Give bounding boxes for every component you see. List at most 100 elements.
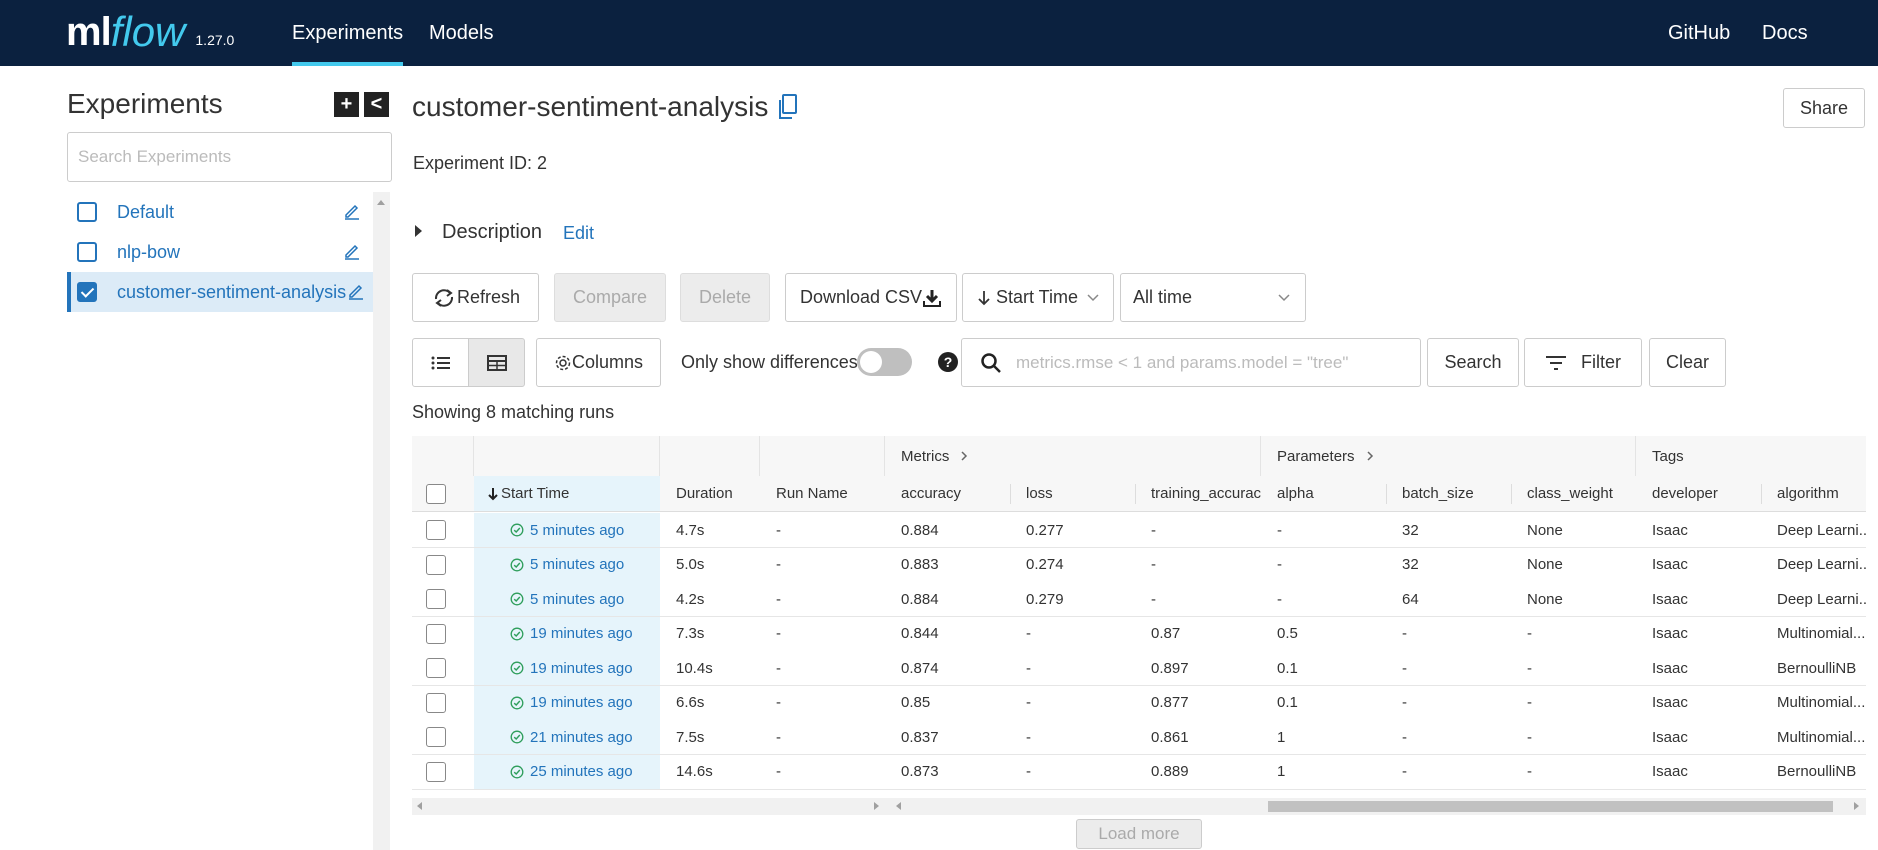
cell-start-time[interactable]: 25 minutes ago <box>474 754 660 789</box>
time-range-select[interactable]: All time <box>1120 273 1306 322</box>
scroll-left-icon[interactable] <box>417 802 422 810</box>
header-algorithm[interactable]: algorithm <box>1761 476 1866 511</box>
table-row[interactable]: 19 minutes ago 7.3s - 0.844 - 0.87 0.5 - - Isaac M… <box>412 616 1866 652</box>
load-more-button[interactable]: Load more <box>1076 819 1202 849</box>
experiment-checkbox-checked[interactable] <box>77 282 97 302</box>
table-view-button[interactable] <box>468 338 525 387</box>
row-checkbox[interactable] <box>426 658 446 678</box>
run-start-time-link[interactable]: 19 minutes ago <box>530 625 633 642</box>
column-separator[interactable] <box>1386 484 1387 504</box>
header-run-name[interactable]: Run Name <box>760 476 885 511</box>
row-checkbox[interactable] <box>426 589 446 609</box>
compare-button[interactable]: Compare <box>554 273 666 322</box>
run-start-time-link[interactable]: 5 minutes ago <box>530 591 624 608</box>
header-training-accuracy[interactable]: training_accurac <box>1135 476 1261 511</box>
cell-start-time[interactable]: 5 minutes ago <box>474 582 660 616</box>
row-checkbox[interactable] <box>426 554 446 575</box>
sidebar-item-default[interactable]: Default <box>67 192 373 232</box>
sort-select[interactable]: Start Time <box>962 273 1114 322</box>
row-checkbox[interactable] <box>426 761 446 782</box>
experiment-checkbox[interactable] <box>77 202 97 222</box>
sidebar-item-label[interactable]: Default <box>117 202 174 223</box>
download-csv-button[interactable]: Download CSV <box>785 273 957 322</box>
table-row[interactable]: 25 minutes ago 14.6s - 0.873 - 0.889 1 - - Isaac B… <box>412 754 1866 790</box>
refresh-button[interactable]: Refresh <box>412 273 539 322</box>
scroll-left-icon[interactable] <box>896 802 901 810</box>
table-row[interactable]: 5 minutes ago 4.2s - 0.884 0.279 - - 64 None Isaa… <box>412 582 1866 617</box>
description-edit-link[interactable]: Edit <box>563 223 594 244</box>
scroll-up-icon[interactable] <box>377 200 385 205</box>
cell-start-time[interactable]: 5 minutes ago <box>474 547 660 582</box>
table-horizontal-scrollbar[interactable] <box>412 798 1866 815</box>
run-start-time-link[interactable]: 19 minutes ago <box>530 660 633 677</box>
scrollbar-thumb[interactable] <box>1268 801 1833 812</box>
header-batch-size[interactable]: batch_size <box>1386 476 1511 511</box>
header-class-weight[interactable]: class_weight <box>1511 476 1636 511</box>
group-metrics[interactable]: Metrics <box>885 436 1261 476</box>
help-icon[interactable]: ? <box>938 352 958 372</box>
sidebar-item-customer-sentiment-analysis[interactable]: customer-sentiment-analysis <box>67 272 373 312</box>
column-separator[interactable] <box>1761 484 1762 504</box>
column-separator[interactable] <box>1010 484 1011 504</box>
header-start-time[interactable]: Start Time <box>474 476 660 511</box>
experiment-checkbox[interactable] <box>77 242 97 262</box>
row-checkbox[interactable] <box>426 692 446 713</box>
run-start-time-link[interactable]: 25 minutes ago <box>530 763 633 780</box>
only-differences-toggle[interactable] <box>857 348 912 376</box>
column-separator[interactable] <box>1135 484 1136 504</box>
group-parameters[interactable]: Parameters <box>1261 436 1636 476</box>
search-button[interactable]: Search <box>1427 338 1519 387</box>
select-all-checkbox[interactable] <box>426 483 446 504</box>
run-search-input[interactable] <box>1014 349 1404 377</box>
cell-start-time[interactable]: 19 minutes ago <box>474 685 660 720</box>
mlflow-logo[interactable]: ml flow 1.27.0 <box>66 6 234 56</box>
table-row[interactable]: 5 minutes ago 5.0s - 0.883 0.274 - - 32 None Isaa… <box>412 547 1866 583</box>
run-search-box[interactable] <box>961 338 1421 387</box>
cell-start-time[interactable]: 21 minutes ago <box>474 720 660 754</box>
description-toggle[interactable]: Description <box>442 221 542 244</box>
table-row[interactable]: 19 minutes ago 6.6s - 0.85 - 0.877 0.1 - - Isaac M… <box>412 685 1866 721</box>
columns-button[interactable]: Columns <box>536 338 661 387</box>
sidebar-scrollbar[interactable] <box>373 192 390 850</box>
nav-github[interactable]: GitHub <box>1668 0 1730 66</box>
edit-icon[interactable] <box>343 202 361 220</box>
row-checkbox[interactable] <box>426 623 446 644</box>
run-start-time-link[interactable]: 5 minutes ago <box>530 556 624 573</box>
header-alpha[interactable]: alpha <box>1261 476 1386 511</box>
header-loss[interactable]: loss <box>1010 476 1135 511</box>
list-view-button[interactable] <box>412 338 469 387</box>
header-developer[interactable]: developer <box>1636 476 1761 511</box>
delete-button[interactable]: Delete <box>680 273 770 322</box>
copy-icon[interactable] <box>778 94 798 120</box>
sidebar-item-label[interactable]: nlp-bow <box>117 242 180 263</box>
scroll-right-icon[interactable] <box>1854 802 1859 810</box>
group-tags[interactable]: Tags <box>1636 436 1866 476</box>
table-row[interactable]: 5 minutes ago 4.7s - 0.884 0.277 - - 32 None Isaa… <box>412 513 1866 548</box>
table-row[interactable]: 19 minutes ago 10.4s - 0.874 - 0.897 0.1 - - Isaa… <box>412 651 1866 686</box>
row-checkbox[interactable] <box>426 727 446 747</box>
edit-icon[interactable] <box>343 242 361 260</box>
run-start-time-link[interactable]: 5 minutes ago <box>530 522 624 539</box>
scroll-right-icon[interactable] <box>874 802 879 810</box>
header-duration[interactable]: Duration <box>660 476 760 511</box>
sidebar-item-nlp-bow[interactable]: nlp-bow <box>67 232 373 272</box>
table-row[interactable]: 21 minutes ago 7.5s - 0.837 - 0.861 1 - - Isaac Mu… <box>412 720 1866 755</box>
nav-models[interactable]: Models <box>429 0 493 66</box>
run-start-time-link[interactable]: 19 minutes ago <box>530 694 633 711</box>
caret-right-icon[interactable] <box>415 225 422 237</box>
add-experiment-button[interactable]: + <box>334 92 359 117</box>
row-checkbox[interactable] <box>426 520 446 540</box>
nav-docs[interactable]: Docs <box>1762 0 1808 66</box>
header-accuracy[interactable]: accuracy <box>885 476 1010 511</box>
filter-button[interactable]: Filter <box>1524 338 1642 387</box>
cell-start-time[interactable]: 5 minutes ago <box>474 513 660 547</box>
cell-start-time[interactable]: 19 minutes ago <box>474 651 660 685</box>
sidebar-item-label[interactable]: customer-sentiment-analysis <box>117 282 346 303</box>
cell-start-time[interactable]: 19 minutes ago <box>474 616 660 651</box>
edit-icon[interactable] <box>347 282 365 300</box>
share-button[interactable]: Share <box>1783 88 1865 128</box>
run-start-time-link[interactable]: 21 minutes ago <box>530 729 633 746</box>
column-separator[interactable] <box>1511 484 1512 504</box>
experiment-search-input[interactable] <box>67 132 392 182</box>
collapse-sidebar-button[interactable]: < <box>364 92 389 117</box>
